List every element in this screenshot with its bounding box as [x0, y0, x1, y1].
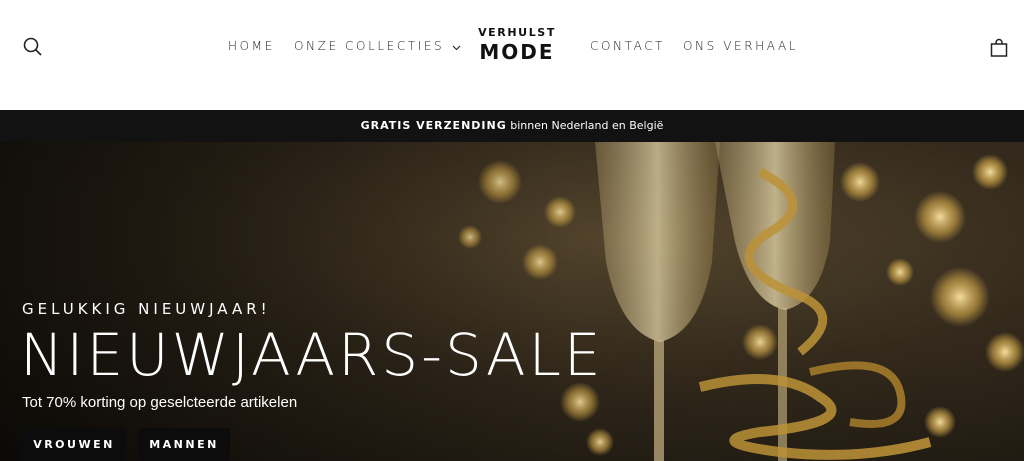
logo-line2: MODE — [479, 40, 555, 64]
site-header: HOME ONZE COLLECTIES CONTACT ONS VERHAAL… — [0, 0, 1024, 110]
women-button[interactable]: VROUWEN — [22, 428, 126, 461]
announcement-bold: GRATIS VERZENDING — [360, 119, 507, 132]
nav-collections-label: ONZE COLLECTIES — [294, 39, 445, 53]
nav-our-story[interactable]: ONS VERHAAL — [683, 39, 798, 53]
nav-home[interactable]: HOME — [228, 39, 275, 53]
announcement-text: binnen Nederland en België — [510, 119, 664, 132]
logo[interactable]: VERHULST MODE — [470, 27, 564, 62]
logo-line1: VERHULST — [478, 26, 556, 39]
hero-subtitle: Tot 70% korting op geselcteerde artikele… — [22, 394, 298, 411]
nav-contact[interactable]: CONTACT — [590, 39, 665, 53]
hero-banner: GELUKKIG NIEUWJAAR! NIEUWJAARS-SALE Tot … — [0, 142, 1024, 461]
chevron-down-icon — [452, 40, 461, 54]
hero-eyebrow: GELUKKIG NIEUWJAAR! — [22, 300, 271, 318]
announcement-bar: GRATIS VERZENDING binnen Nederland en Be… — [0, 110, 1024, 142]
men-button[interactable]: MANNEN — [138, 428, 230, 461]
cart-icon[interactable] — [989, 38, 1009, 58]
nav-collections[interactable]: ONZE COLLECTIES — [294, 39, 461, 54]
hero-title: NIEUWJAARS-SALE — [20, 321, 604, 389]
